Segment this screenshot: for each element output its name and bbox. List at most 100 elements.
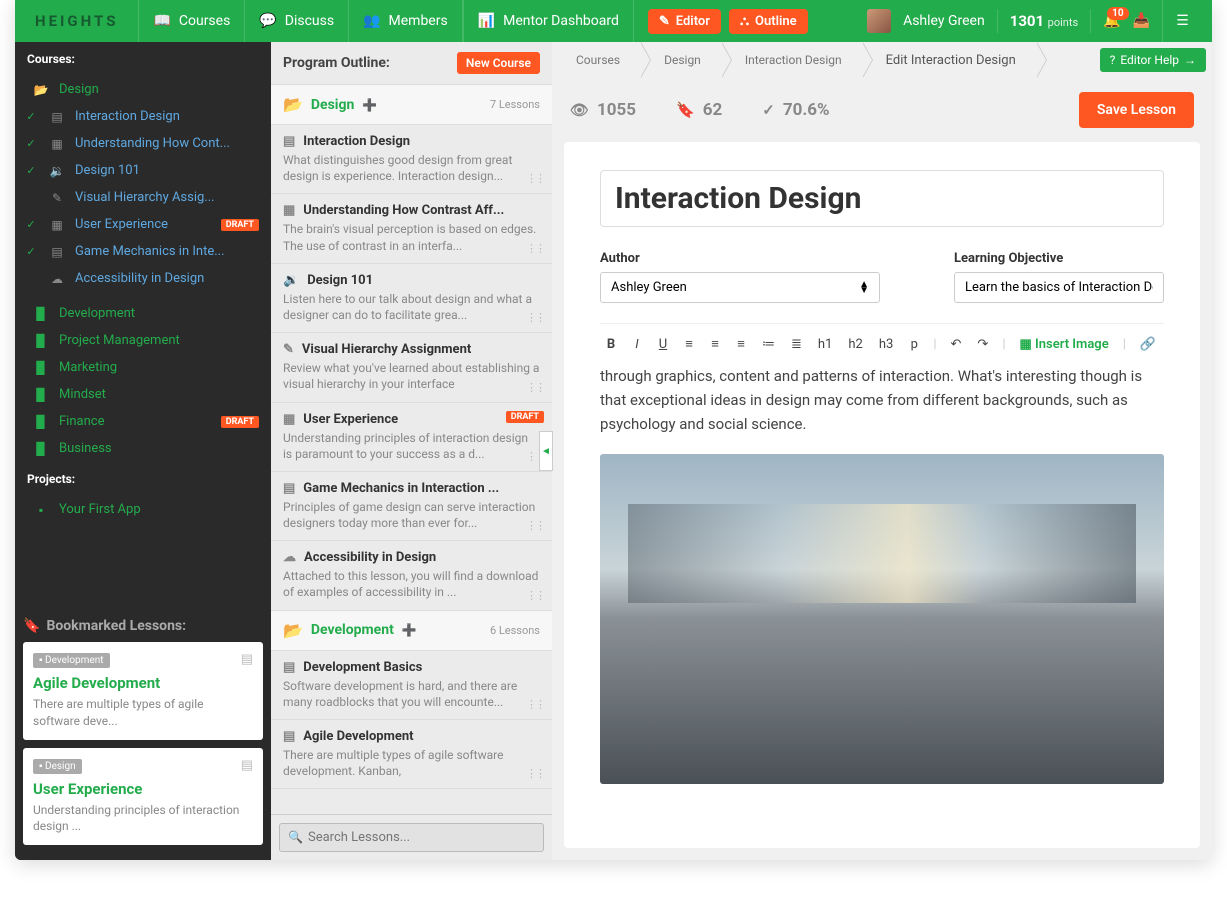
inbox-icon[interactable]: 📥 bbox=[1133, 13, 1150, 29]
nav-members[interactable]: 👥Members bbox=[348, 0, 462, 42]
bookmark-title: User Experience bbox=[33, 780, 253, 798]
objective-input[interactable] bbox=[954, 272, 1164, 303]
lesson-title-input[interactable] bbox=[600, 170, 1164, 227]
nav-discuss[interactable]: 💬Discuss bbox=[244, 0, 348, 42]
h1-button[interactable]: h1 bbox=[812, 333, 838, 356]
lesson-body-text[interactable]: through graphics, content and patterns o… bbox=[600, 364, 1164, 436]
drag-handle-icon[interactable]: ⋮⋮ bbox=[526, 311, 544, 324]
outline-button[interactable]: ⛬Outline bbox=[729, 9, 808, 34]
crumb-courses[interactable]: Courses bbox=[552, 42, 640, 78]
drag-handle-icon[interactable]: ⋮⋮ bbox=[526, 381, 544, 394]
drag-handle-icon[interactable]: ⋮⋮ bbox=[526, 519, 544, 532]
sidebar-tree-item[interactable]: 📂Design bbox=[15, 76, 271, 103]
outline-lesson[interactable]: ▤Game Mechanics in Interaction ...Princi… bbox=[271, 472, 552, 541]
bookmark-category: ▪ Design bbox=[33, 759, 82, 774]
sidebar-item-label: Design bbox=[59, 82, 99, 97]
align-left-button[interactable]: ≡ bbox=[678, 332, 700, 356]
new-course-button[interactable]: New Course bbox=[457, 52, 540, 74]
lesson-image[interactable] bbox=[600, 454, 1164, 784]
drag-handle-icon[interactable]: ⋮⋮ bbox=[526, 242, 544, 255]
pencil-icon: ✎ bbox=[283, 342, 294, 357]
question-icon: ? bbox=[1110, 53, 1116, 67]
nav-mentor[interactable]: 📊Mentor Dashboard bbox=[463, 0, 633, 42]
redo-button[interactable]: ↷ bbox=[971, 333, 994, 356]
add-lesson-button[interactable]: ➕ bbox=[362, 98, 377, 112]
sidebar-item-label: User Experience bbox=[75, 217, 168, 232]
category-label: Mindset bbox=[59, 387, 106, 402]
file-icon: ▤ bbox=[49, 245, 65, 259]
sidebar-category[interactable]: ▉Project Management bbox=[15, 327, 271, 354]
crumb-design[interactable]: Design bbox=[640, 42, 721, 78]
underline-button[interactable]: U bbox=[652, 333, 674, 356]
list-ol-button[interactable]: ≔ bbox=[756, 333, 781, 356]
drag-handle-icon[interactable]: ⋮⋮ bbox=[526, 172, 544, 185]
outline-lesson[interactable]: ▤Interaction DesignWhat distinguishes go… bbox=[271, 125, 552, 194]
outline-lesson[interactable]: ▤Agile DevelopmentThere are multiple typ… bbox=[271, 720, 552, 789]
italic-button[interactable]: I bbox=[626, 333, 648, 356]
align-right-button[interactable]: ≡ bbox=[730, 332, 752, 356]
sidebar-tree-item[interactable]: ✓▦Understanding How Cont... bbox=[15, 130, 271, 157]
sidebar-tree-item[interactable]: ✓▦User ExperienceDRAFT bbox=[15, 211, 271, 238]
outline-lesson[interactable]: 🔉Design 101Listen here to our talk about… bbox=[271, 264, 552, 333]
cloud-icon: ☁ bbox=[283, 550, 296, 565]
sidebar-category[interactable]: ▉Marketing bbox=[15, 354, 271, 381]
bookmark-card[interactable]: ▪ Design▤User ExperienceUnderstanding pr… bbox=[23, 748, 263, 846]
sidebar-tree-item[interactable]: ☁Accessibility in Design bbox=[15, 265, 271, 292]
editor-help-button[interactable]: ?Editor Help→ bbox=[1100, 48, 1206, 72]
h2-button[interactable]: h2 bbox=[842, 333, 868, 356]
crumb-interaction[interactable]: Interaction Design bbox=[721, 42, 862, 78]
author-select[interactable]: Ashley Green▲▼ bbox=[600, 272, 880, 303]
check-icon: ✓ bbox=[23, 137, 39, 150]
sidebar-category[interactable]: ▉FinanceDRAFT bbox=[15, 408, 271, 435]
lesson-title: Development Basics bbox=[303, 660, 422, 675]
undo-button[interactable]: ↶ bbox=[945, 333, 968, 356]
sidebar-item-label: Visual Hierarchy Assig... bbox=[75, 190, 215, 205]
sidebar-item-label: Design 101 bbox=[75, 163, 140, 178]
arrow-right-icon: → bbox=[1184, 53, 1196, 67]
save-lesson-button[interactable]: Save Lesson bbox=[1079, 92, 1194, 128]
editor-button[interactable]: ✎Editor bbox=[648, 9, 721, 34]
folder-icon: ▉ bbox=[33, 361, 49, 375]
sidebar-tree-item[interactable]: ✓▤Interaction Design bbox=[15, 103, 271, 130]
outline-lesson[interactable]: ▦Understanding How Contrast Aff...The br… bbox=[271, 194, 552, 263]
nav-courses[interactable]: 📖Courses bbox=[138, 0, 244, 42]
drag-handle-icon[interactable]: ⋮⋮ bbox=[526, 767, 544, 780]
outline-section-header[interactable]: 📂Development➕6 Lessons bbox=[271, 611, 552, 651]
outline-lesson[interactable]: ☁Accessibility in DesignAttached to this… bbox=[271, 541, 552, 610]
bold-button[interactable]: B bbox=[600, 333, 622, 356]
sidebar-item-label: Understanding How Cont... bbox=[75, 136, 230, 151]
outline-lesson[interactable]: ✎Visual Hierarchy AssignmentReview what … bbox=[271, 333, 552, 402]
align-center-button[interactable]: ≡ bbox=[704, 332, 726, 356]
list-ul-button[interactable]: ≣ bbox=[785, 333, 808, 356]
insert-image-button[interactable]: ▦ Insert Image bbox=[1014, 333, 1115, 356]
sidebar-category[interactable]: ▉Business bbox=[15, 435, 271, 462]
h3-button[interactable]: h3 bbox=[873, 333, 899, 356]
sidebar-category[interactable]: ▉Mindset bbox=[15, 381, 271, 408]
category-label: Finance bbox=[59, 414, 104, 429]
pencil-icon: ✎ bbox=[659, 14, 670, 29]
user-name: Ashley Green bbox=[903, 13, 985, 29]
bell-icon[interactable]: 🔔10 bbox=[1103, 13, 1120, 29]
link-button[interactable]: 🔗 bbox=[1134, 333, 1162, 356]
sidebar-tree-item[interactable]: ✓▤Game Mechanics in Inte... bbox=[15, 238, 271, 265]
outline-lesson[interactable]: DRAFT▦User ExperienceUnderstanding princ… bbox=[271, 403, 552, 472]
file-icon: ▤ bbox=[283, 481, 295, 496]
outline-lesson[interactable]: ▤Development BasicsSoftware development … bbox=[271, 651, 552, 720]
drag-handle-icon[interactable]: ⋮⋮ bbox=[526, 589, 544, 602]
add-lesson-button[interactable]: ➕ bbox=[402, 623, 417, 637]
bookmarks-header: Bookmarked Lessons: bbox=[46, 618, 186, 634]
drag-handle-icon[interactable]: ⋮⋮ bbox=[526, 698, 544, 711]
sidebar-project[interactable]: ▪Your First App bbox=[15, 496, 271, 523]
bookmark-card[interactable]: ▪ Development▤Agile DevelopmentThere are… bbox=[23, 642, 263, 740]
menu-button[interactable]: ☰ bbox=[1162, 0, 1202, 42]
sidebar-tree-item[interactable]: ✓🔉Design 101 bbox=[15, 157, 271, 184]
search-lessons-input[interactable] bbox=[279, 823, 544, 852]
lesson-desc: Principles of game design can serve inte… bbox=[283, 499, 540, 531]
collapse-outline-button[interactable]: ◄ bbox=[539, 431, 553, 471]
sidebar-tree-item[interactable]: ✎Visual Hierarchy Assig... bbox=[15, 184, 271, 211]
sidebar-category[interactable]: ▉Development bbox=[15, 300, 271, 327]
p-button[interactable]: p bbox=[903, 333, 925, 356]
avatar[interactable] bbox=[867, 9, 891, 33]
outline-section-header[interactable]: 📂Design➕7 Lessons bbox=[271, 85, 552, 125]
lesson-desc: The brain's visual perception is based o… bbox=[283, 221, 540, 253]
